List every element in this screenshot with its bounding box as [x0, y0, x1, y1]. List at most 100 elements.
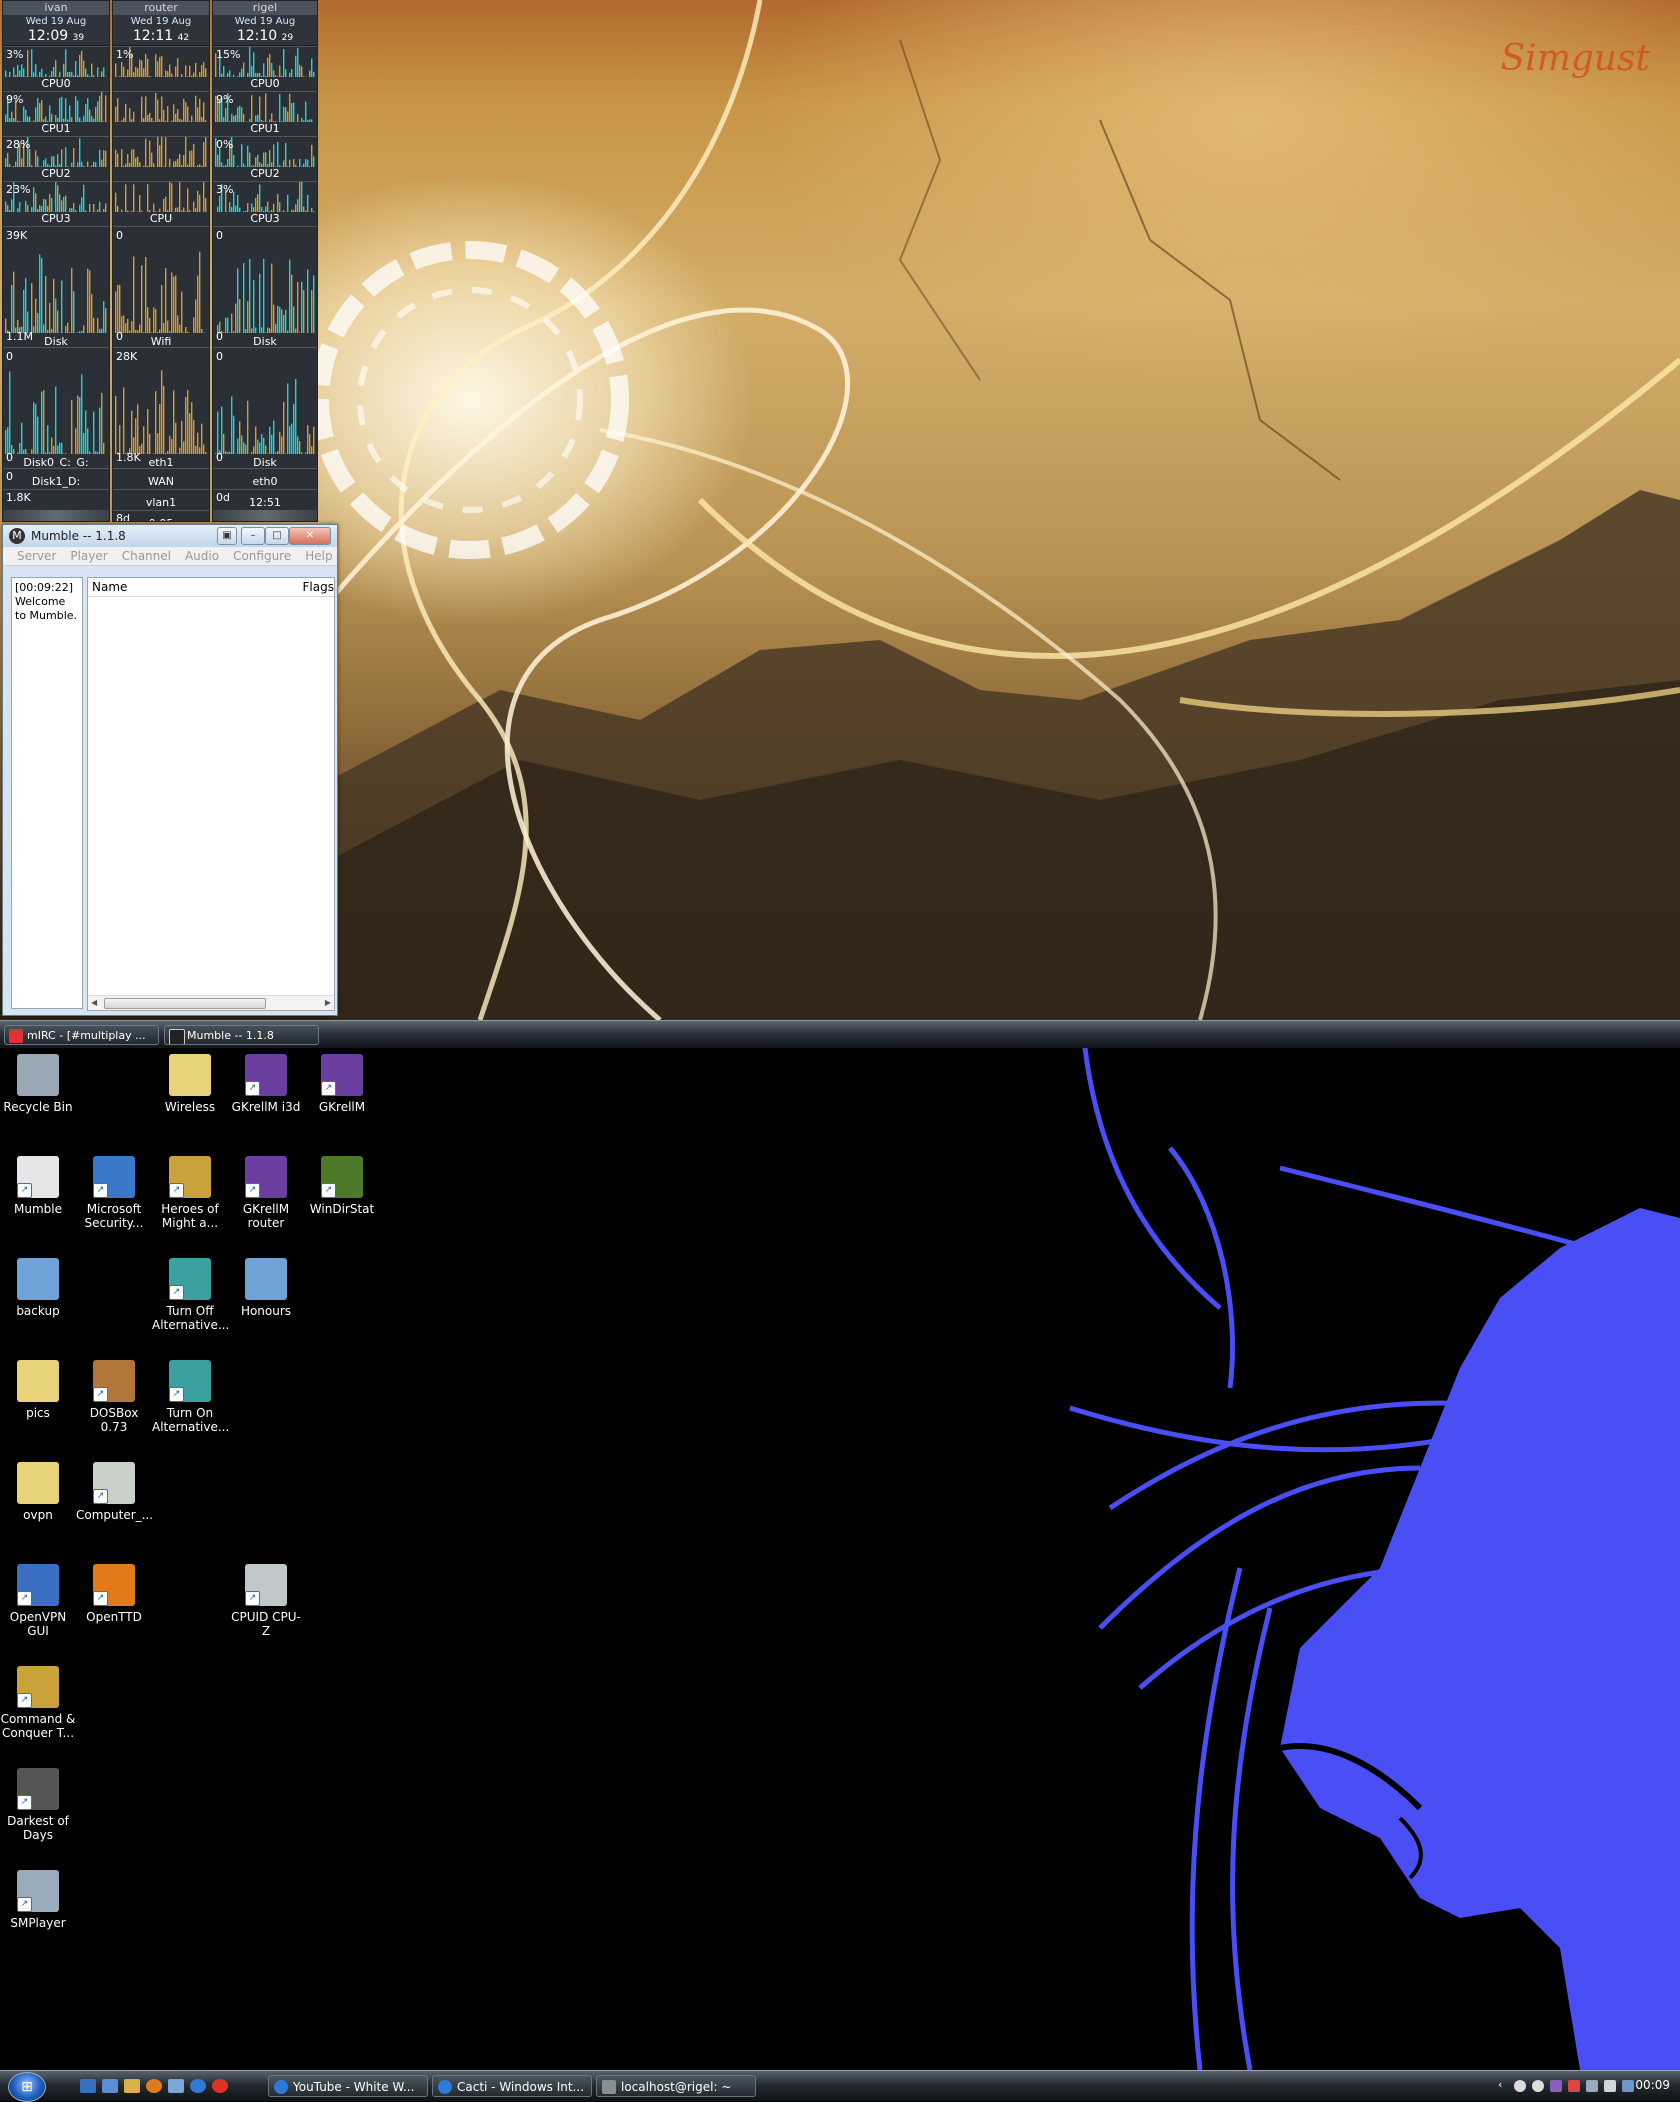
taskbar-button-mirc[interactable]: mIRC - [#multiplay ...	[4, 1025, 159, 1045]
thunderbird-icon[interactable]	[168, 2079, 184, 2093]
scrollbar-thumb[interactable]	[104, 998, 266, 1009]
desktop-icon-label: ovpn	[0, 1508, 76, 1522]
tray-expand-icon[interactable]: ‹	[1498, 2078, 1510, 2090]
desktop-icon-microsoft-security[interactable]: ↗Microsoft Security...	[76, 1156, 152, 1230]
time-label: 12:09 39	[3, 28, 109, 46]
time-value: 12:09	[28, 28, 68, 44]
menu-channel[interactable]: Channel	[122, 547, 171, 565]
explorer-icon[interactable]	[102, 2079, 118, 2093]
activity-graph	[3, 348, 109, 468]
cpu-label: CPU3	[213, 212, 317, 225]
cpu-label: CPU3	[3, 212, 109, 225]
mumble-menubar: Server Player Channel Audio Configure He…	[3, 547, 337, 566]
desktop-icon-backup[interactable]: backup	[0, 1258, 76, 1318]
player-tree[interactable]: Name Flags ◀ ▶	[87, 577, 335, 1011]
desktop-icon-mumble[interactable]: ↗Mumble	[0, 1156, 76, 1216]
desktop-icon-recycle-bin[interactable]: Recycle Bin	[0, 1054, 76, 1114]
desktop-icon-label: Microsoft Security...	[76, 1202, 152, 1230]
network-tray-icon[interactable]	[1586, 2080, 1598, 2092]
scroll-left-icon[interactable]: ◀	[91, 996, 97, 1010]
antivirus-tray-icon[interactable]	[1568, 2080, 1580, 2092]
mumble-window[interactable]: M Mumble -- 1.1.8 ▣ – □ ✕ Server Player …	[2, 524, 338, 1016]
cpu-percent: 15%	[216, 48, 240, 61]
mumble-log[interactable]: [00:09:22] Welcome to Mumble.	[11, 577, 83, 1009]
display-icon[interactable]	[1622, 2080, 1634, 2092]
menu-help[interactable]: Help	[305, 547, 332, 565]
desktop-icon-smplayer[interactable]: ↗SMPlayer	[0, 1870, 76, 1930]
desktop-icon-command-conquer-t[interactable]: ↗Command & Conquer T...	[0, 1666, 76, 1740]
mirc-tray-icon[interactable]	[1550, 2080, 1562, 2092]
taskbar-button-youtube[interactable]: YouTube - White W...	[268, 2075, 428, 2097]
activity-graph	[113, 92, 209, 136]
cpu-chart: 15%CPU0	[213, 46, 317, 91]
desktop-icon-gkrellm[interactable]: ↗GKrellM	[304, 1054, 380, 1114]
desktop-icon-heroes-of-might-a[interactable]: ↗Heroes of Might a...	[152, 1156, 228, 1230]
desktop-icon-label: Recycle Bin	[0, 1100, 76, 1114]
start-button[interactable]: ⊞	[8, 2072, 46, 2102]
desktop-icon-pics[interactable]: pics	[0, 1360, 76, 1420]
cpu-percent: 9%	[216, 93, 233, 106]
mumble-icon: M	[9, 528, 25, 544]
footer-row: 0Disk1_D:	[3, 468, 109, 489]
maximize-button[interactable]: □	[265, 527, 289, 545]
minimize-button[interactable]: –	[241, 527, 265, 545]
clock[interactable]: 00:09	[1635, 2078, 1670, 2092]
taskbar-button-mumble[interactable]: Mumble -- 1.1.8	[164, 1025, 319, 1045]
volume-icon[interactable]	[1604, 2080, 1616, 2092]
desktop-icon-ovpn[interactable]: ovpn	[0, 1462, 76, 1522]
cpu-percent: 0%	[216, 138, 233, 151]
gkrellm-tray-icon[interactable]	[1532, 2080, 1544, 2092]
shortcut-arrow-icon: ↗	[93, 1591, 108, 1606]
desktop-icon-gkrellm-i3d[interactable]: ↗GKrellM i3d	[228, 1054, 304, 1114]
ie-icon[interactable]	[190, 2079, 206, 2093]
footer-label: Disk1_D:	[3, 475, 109, 488]
mumble-tray-button[interactable]: ▣	[217, 527, 237, 545]
desktop-icon-label: backup	[0, 1304, 76, 1318]
desktop-icon-honours[interactable]: Honours	[228, 1258, 304, 1318]
desktop-icon-turn-on-alternative[interactable]: ↗Turn On Alternative...	[152, 1360, 228, 1434]
desktop-icon-label: GKrellM	[304, 1100, 380, 1114]
menu-audio[interactable]: Audio	[185, 547, 219, 565]
mumble-titlebar[interactable]: M Mumble -- 1.1.8 ▣ – □ ✕	[3, 525, 337, 547]
cpu-percent: 9%	[6, 93, 23, 106]
cpu-label: CPU0	[3, 77, 109, 90]
time-value: 12:11	[133, 28, 173, 44]
column-name[interactable]: Name	[92, 580, 127, 594]
footer-label: WAN	[113, 475, 209, 488]
opera-icon[interactable]	[212, 2079, 228, 2093]
firefox-icon[interactable]	[146, 2079, 162, 2093]
cpu-percent: 3%	[6, 48, 23, 61]
cpu-percent: 3%	[216, 183, 233, 196]
desktop-icon-cpuid-cpu-z[interactable]: ↗CPUID CPU-Z	[228, 1564, 304, 1638]
desktop-icon-label: GKrellM router	[228, 1202, 304, 1230]
desktop-icon-dosbox-0-73[interactable]: ↗DOSBox 0.73	[76, 1360, 152, 1434]
gkrellm-icon: ↗	[245, 1156, 287, 1198]
media-icon[interactable]	[124, 2079, 140, 2093]
column-flags[interactable]: Flags	[303, 580, 334, 594]
desktop-icon-windirstat[interactable]: ↗WinDirStat	[304, 1156, 380, 1216]
desktop-icon-openttd[interactable]: ↗OpenTTD	[76, 1564, 152, 1624]
desktop-icon-computer[interactable]: ↗Computer_...	[76, 1462, 152, 1522]
desktop-icon-openvpn-gui[interactable]: ↗OpenVPN GUI	[0, 1564, 76, 1638]
desktop-icon-darkest-of-days[interactable]: ↗Darkest of Days	[0, 1768, 76, 1842]
close-button[interactable]: ✕	[289, 527, 331, 545]
gkrellm-icon: ↗	[245, 1054, 287, 1096]
show-desktop-icon[interactable]	[80, 2079, 96, 2093]
shortcut-arrow-icon: ↗	[17, 1897, 32, 1912]
system-tray: ‹ 00:09	[1490, 2071, 1680, 2101]
io-chart: 28K1.8Keth1	[113, 347, 209, 468]
horizontal-scrollbar[interactable]: ◀ ▶	[88, 995, 334, 1010]
desktop-icon-wireless[interactable]: Wireless	[152, 1054, 228, 1114]
io-top-value: 0	[116, 229, 123, 242]
taskbar-button-cacti[interactable]: Cacti - Windows Int...	[432, 2075, 592, 2097]
taskbar-button-putty[interactable]: localhost@rigel: ~	[596, 2075, 756, 2097]
menu-server[interactable]: Server	[17, 547, 56, 565]
mumble-icon: ↗	[17, 1156, 59, 1198]
menu-player[interactable]: Player	[70, 547, 107, 565]
desktop-icon-turn-off-alternative[interactable]: ↗Turn Off Alternative...	[152, 1258, 228, 1332]
scroll-right-icon[interactable]: ▶	[325, 996, 331, 1010]
desktop-icon-gkrellm-router[interactable]: ↗ GKrellM router	[228, 1156, 304, 1230]
io-top-value: 28K	[116, 350, 137, 363]
mumble-tray-icon[interactable]	[1514, 2080, 1526, 2092]
menu-configure[interactable]: Configure	[233, 547, 291, 565]
